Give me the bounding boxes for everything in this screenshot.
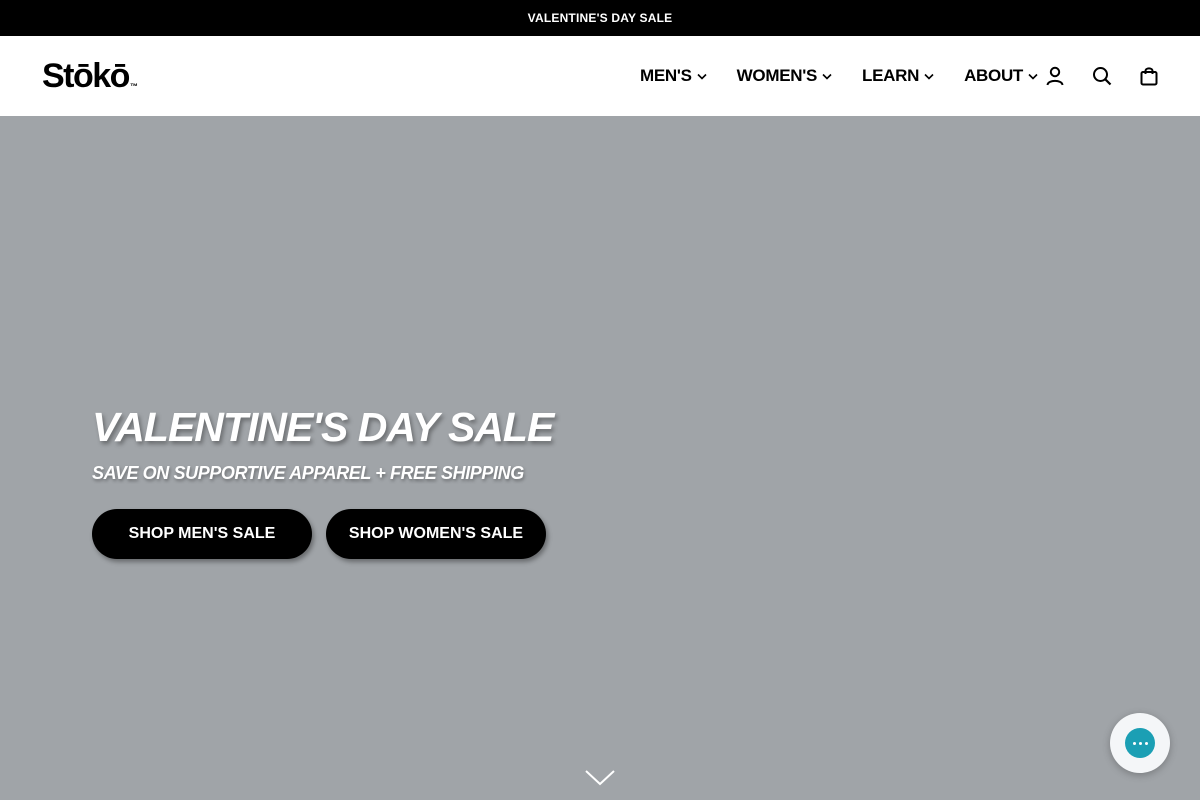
nav-item-label: WOMEN'S [736, 66, 818, 85]
nav-item-mens[interactable]: MEN'S [640, 66, 707, 86]
chevron-down-icon [1028, 73, 1038, 80]
cart-icon[interactable] [1137, 64, 1161, 88]
logo-trademark: ™ [129, 82, 138, 91]
nav-item-label: LEARN [862, 66, 920, 85]
chat-launcher-button[interactable] [1110, 713, 1170, 773]
announcement-text[interactable]: VALENTINE'S DAY SALE [528, 11, 673, 25]
brand-logo[interactable]: Stōkō™ [42, 56, 138, 107]
nav-item-label: MEN'S [640, 66, 692, 85]
site-header: Stōkō™ MEN'S WOMEN'S LEARN ABOUT [0, 36, 1200, 116]
hero-title: VALENTINE'S DAY SALE [92, 404, 554, 450]
chat-bubble-icon [1125, 728, 1155, 758]
account-icon[interactable] [1043, 64, 1067, 88]
chevron-down-icon [822, 73, 832, 80]
nav-item-learn[interactable]: LEARN [862, 66, 934, 86]
scroll-down-chevron-icon[interactable] [584, 768, 616, 788]
shop-mens-sale-button[interactable]: SHOP MEN'S SALE [92, 509, 312, 559]
hero-subtitle: SAVE ON SUPPORTIVE APPAREL + FREE SHIPPI… [92, 463, 524, 483]
announcement-bar: VALENTINE'S DAY SALE [0, 0, 1200, 36]
search-icon[interactable] [1090, 64, 1114, 88]
shop-womens-sale-button[interactable]: SHOP WOMEN'S SALE [326, 509, 546, 559]
hero-banner: VALENTINE'S DAY SALE SAVE ON SUPPORTIVE … [0, 116, 1200, 800]
nav-item-label: ABOUT [964, 66, 1024, 85]
main-nav: MEN'S WOMEN'S LEARN ABOUT [640, 36, 1068, 116]
logo-text: Stōkō [42, 57, 130, 95]
nav-item-about[interactable]: ABOUT [964, 66, 1038, 86]
nav-item-womens[interactable]: WOMEN'S [737, 66, 832, 86]
chevron-down-icon [697, 73, 707, 80]
chevron-down-icon [924, 73, 934, 80]
